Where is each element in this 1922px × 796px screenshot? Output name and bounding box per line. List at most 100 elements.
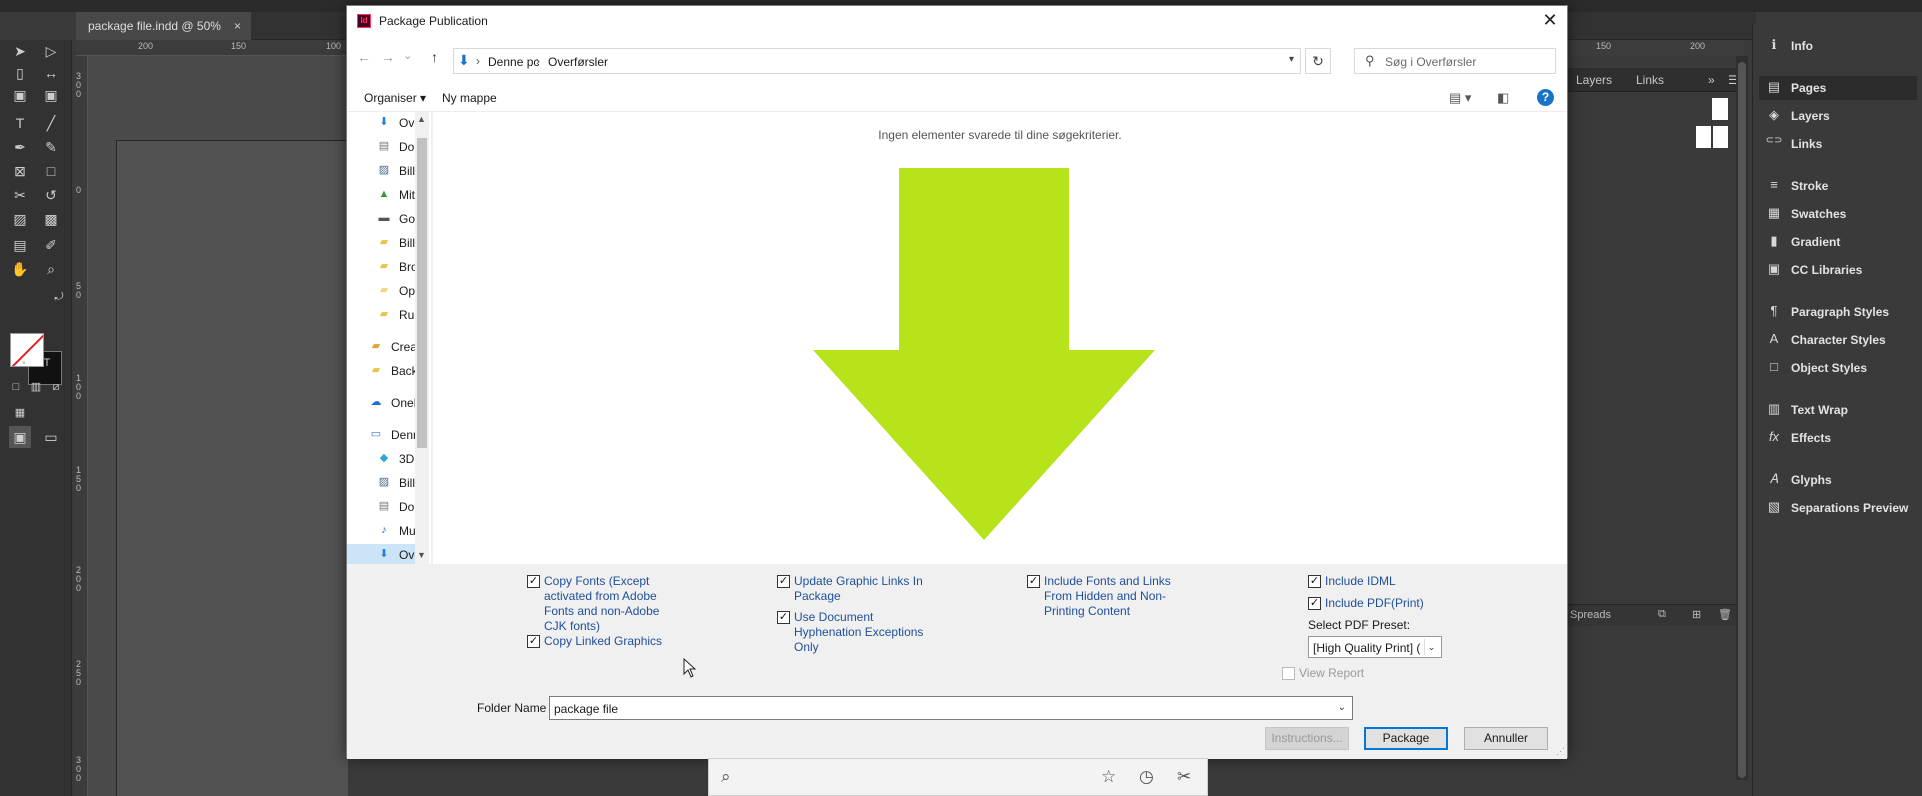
dock-item-gradient[interactable]: ▮ Gradient <box>1759 230 1917 254</box>
checkbox-box[interactable]: ✓ <box>1027 575 1040 588</box>
apply-none-icon[interactable]: ⧄ <box>45 376 67 398</box>
panel-expand-icon[interactable]: » <box>1708 73 1715 87</box>
gradient-feather-tool-icon[interactable]: ▩ <box>40 208 62 230</box>
copy-fonts-checkbox[interactable]: ✓ Copy Fonts (Except activated from Adob… <box>527 574 677 634</box>
dock-item-effects[interactable]: fx Effects <box>1759 426 1917 450</box>
breadcrumb-downloads[interactable]: Overførsler <box>548 55 608 69</box>
free-transform-tool-icon[interactable]: ↺ <box>40 184 62 206</box>
view-report-checkbox[interactable]: View Report <box>1282 666 1442 681</box>
screen-mode-icon[interactable]: ▦ <box>9 402 31 424</box>
history-icon[interactable]: ◷ <box>1139 767 1154 787</box>
line-tool-icon[interactable]: ╱ <box>40 112 62 134</box>
swap-colors-icon[interactable]: ⤾ <box>48 286 70 308</box>
nav-item[interactable]: ▭ Denne pc <box>347 424 415 446</box>
gradient-swatch-tool-icon[interactable]: ▨ <box>9 208 31 230</box>
dock-item-links[interactable]: ⊂⊃ Links <box>1759 132 1917 156</box>
apply-gradient-icon[interactable]: ▥ <box>25 376 47 398</box>
nav-item[interactable]: ▰ Backup <box>347 360 415 382</box>
instructions-button[interactable]: Instructions... <box>1265 727 1349 750</box>
update-graphic-links-checkbox[interactable]: ✓ Update Graphic Links In Package <box>777 574 927 604</box>
nav-item[interactable]: ▲ Mit drev <box>347 184 415 206</box>
checkbox-box[interactable]: ✓ <box>777 611 790 624</box>
gap-tool-icon[interactable]: ↔ <box>40 62 62 84</box>
nav-item[interactable]: ♪ Musik <box>347 520 415 542</box>
nav-item[interactable]: ⬇ Overførsler <box>347 544 415 564</box>
close-icon[interactable]: ✕ <box>1537 8 1563 34</box>
dock-item-pages[interactable]: ▤ Pages <box>1759 76 1917 100</box>
checkbox-box[interactable]: ✓ <box>527 575 540 588</box>
preview-mode-icon[interactable]: ▭ <box>40 426 62 448</box>
checkbox-box[interactable]: ✓ <box>1308 597 1321 610</box>
help-icon[interactable]: ? <box>1537 89 1554 106</box>
edit-page-size-icon[interactable]: ⧉ <box>1658 608 1666 621</box>
tab-layers[interactable]: Layers <box>1576 73 1612 87</box>
nav-item[interactable]: ▰ Creative Cloud Files <box>347 336 415 358</box>
new-page-icon[interactable]: ⊞ <box>1692 608 1701 621</box>
page-thumbnail[interactable] <box>1713 126 1728 148</box>
nav-item[interactable]: ▰ Opgaver <box>347 280 415 302</box>
page-tool-icon[interactable]: ▯ <box>9 62 31 84</box>
dock-item-cc-libraries[interactable]: ▣ CC Libraries <box>1759 258 1917 282</box>
document-tab[interactable]: package file.indd @ 50% × <box>76 12 251 40</box>
nav-item[interactable]: ▨ Billeder <box>347 160 415 182</box>
include-hidden-content-checkbox[interactable]: ✓ Include Fonts and Links From Hidden an… <box>1027 574 1177 619</box>
dock-item-text-wrap[interactable]: ▥ Text Wrap <box>1759 398 1917 422</box>
nav-item[interactable]: ▨ Billeder <box>347 472 415 494</box>
tab-links[interactable]: Links <box>1636 73 1664 87</box>
organize-menu[interactable]: Organiser ▾ <box>364 91 426 105</box>
package-button[interactable]: Package <box>1364 727 1448 750</box>
direct-selection-tool-icon[interactable]: ▷ <box>40 40 62 62</box>
back-arrow-icon[interactable]: ← <box>357 49 371 65</box>
delete-page-icon[interactable]: 🗑 <box>1718 608 1732 621</box>
dock-item-stroke[interactable]: ≡ Stroke <box>1759 174 1917 198</box>
include-pdf-checkbox[interactable]: ✓ Include PDF(Print) <box>1308 596 1468 611</box>
normal-view-icon[interactable]: ▣ <box>9 426 31 448</box>
rectangle-tool-icon[interactable]: □ <box>40 160 62 182</box>
use-document-hyphenation-checkbox[interactable]: ✓ Use Document Hyphenation Exceptions On… <box>777 610 927 655</box>
pdf-preset-select[interactable]: [High Quality Print] ( ⌄ <box>1308 636 1442 658</box>
checkbox-box[interactable] <box>1282 667 1295 680</box>
preview-pane-icon[interactable]: ◧ <box>1497 90 1509 106</box>
scrollbar-thumb[interactable] <box>1738 62 1746 778</box>
eyedropper-tool-icon[interactable]: ✐ <box>40 234 62 256</box>
content-placer-icon[interactable]: ▣ <box>40 84 62 106</box>
checkbox-box[interactable]: ✓ <box>1308 575 1321 588</box>
nav-item[interactable]: ☁ OneDrive <box>347 392 416 414</box>
apply-color-icon[interactable]: □ <box>5 376 27 398</box>
zoom-tool-icon[interactable]: ⌕ <box>40 258 62 280</box>
nav-item[interactable]: ▤ Dokumenter <box>347 496 415 518</box>
nav-item[interactable]: ▤ Dokumenter <box>347 136 415 158</box>
dock-item-character-styles[interactable]: A Character Styles <box>1759 328 1917 352</box>
dock-item-layers[interactable]: ◈ Layers <box>1759 104 1917 128</box>
dock-item-info[interactable]: ℹ Info <box>1759 34 1917 58</box>
dock-item-object-styles[interactable]: □ Object Styles <box>1759 356 1917 380</box>
formatting-text-icon[interactable]: T <box>36 352 58 374</box>
nav-item[interactable]: ▰ Ruder <box>347 304 415 326</box>
search-icon[interactable]: ⌕ <box>721 767 731 787</box>
tools-icon[interactable]: ✂ <box>1177 767 1191 787</box>
include-idml-checkbox[interactable]: ✓ Include IDML <box>1308 574 1468 589</box>
note-tool-icon[interactable]: ▤ <box>9 234 31 256</box>
scissors-tool-icon[interactable]: ✂ <box>9 184 31 206</box>
folder-name-field[interactable]: package file ⌄ <box>549 696 1353 720</box>
nav-item[interactable]: ◆ 3D-objekter <box>347 448 415 470</box>
chevron-down-icon[interactable]: ▾ <box>1289 54 1294 65</box>
star-icon[interactable]: ☆ <box>1101 767 1116 787</box>
pencil-tool-icon[interactable]: ✎ <box>40 136 62 158</box>
type-tool-icon[interactable]: T <box>9 112 31 134</box>
dock-item-swatches[interactable]: ▦ Swatches <box>1759 202 1917 226</box>
nav-item[interactable]: ▰ Brochurer <box>347 256 415 278</box>
forward-arrow-icon[interactable]: → <box>381 49 395 65</box>
nav-item[interactable]: ▰ Billeder <box>347 232 415 254</box>
scrollbar-thumb[interactable] <box>417 138 427 448</box>
navigation-pane-scrollbar[interactable]: ▲ ▼ <box>415 112 429 564</box>
checkbox-box[interactable]: ✓ <box>777 575 790 588</box>
recent-locations-icon[interactable]: ⌄ <box>403 49 412 62</box>
content-collector-icon[interactable]: ▣ <box>9 84 31 106</box>
refresh-icon[interactable]: ↻ <box>1305 48 1331 74</box>
breadcrumb-this-pc[interactable]: Denne pc <box>488 55 539 69</box>
formatting-container-icon[interactable]: ▪ <box>13 352 35 374</box>
pen-tool-icon[interactable]: ✒ <box>9 136 31 158</box>
hand-tool-icon[interactable]: ✋ <box>9 258 31 280</box>
chevron-down-icon[interactable]: ▼ <box>417 550 426 560</box>
